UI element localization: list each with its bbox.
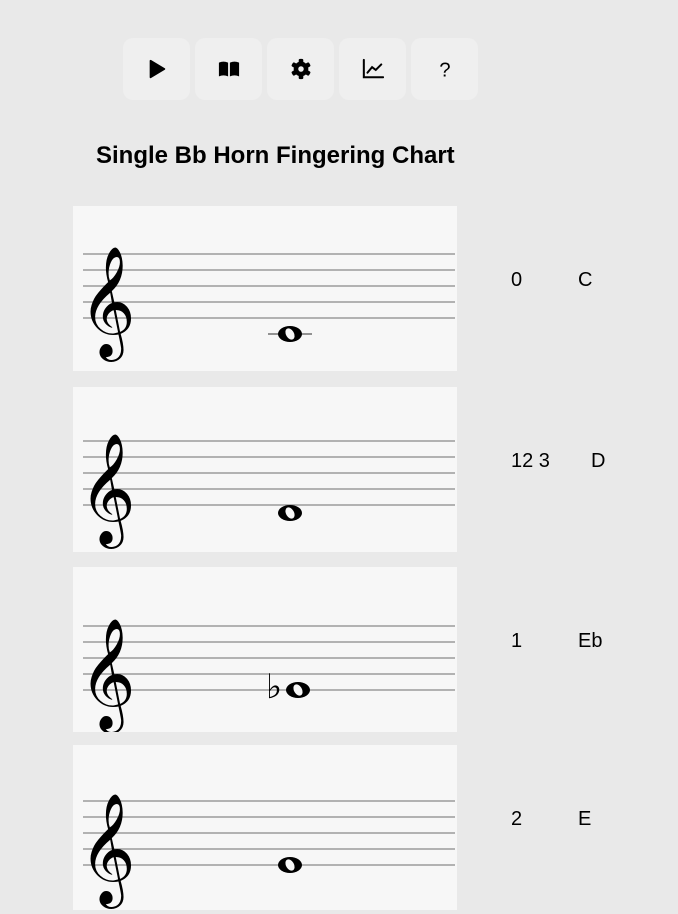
play-button[interactable] xyxy=(123,38,190,100)
svg-text:?: ? xyxy=(439,59,450,80)
treble-clef: 𝄞 xyxy=(79,245,136,362)
note-name: D xyxy=(591,450,606,472)
whole-note xyxy=(278,326,302,342)
whole-note xyxy=(278,505,302,521)
fingering-label: 1 xyxy=(511,630,523,652)
whole-note xyxy=(278,857,302,873)
flat-sign: ♭ xyxy=(266,667,282,707)
staff-card: 𝄞 xyxy=(73,387,457,552)
help-icon: ? xyxy=(439,59,450,80)
fingering-label: 2 xyxy=(511,808,523,830)
whole-note xyxy=(286,682,310,698)
treble-clef: 𝄞 xyxy=(79,432,136,549)
fingering-label: 0 xyxy=(511,269,523,291)
book-icon xyxy=(218,61,239,77)
note-name: C xyxy=(578,269,593,291)
page-title: Single Bb Horn Fingering Chart xyxy=(96,142,455,169)
fingering-label: 12 3 xyxy=(511,450,550,472)
staff-card: 𝄞 xyxy=(73,745,457,910)
stats-button[interactable] xyxy=(339,38,406,100)
fingering-row: 𝄞 0 C xyxy=(73,206,673,371)
staff-card: 𝄞 ♭ xyxy=(73,567,457,734)
settings-button[interactable] xyxy=(267,38,334,100)
treble-clef: 𝄞 xyxy=(79,617,136,732)
toolbar: ? xyxy=(123,38,478,100)
staff-card: 𝄞 xyxy=(73,206,457,371)
chart-icon xyxy=(362,58,384,79)
note-name: E xyxy=(578,808,592,830)
fingering-row: 𝄞 ♭ 1 Eb xyxy=(73,567,673,734)
fingering-row: 𝄞 2 E xyxy=(73,745,673,910)
note-name: Eb xyxy=(578,630,603,652)
gear-icon xyxy=(291,58,310,80)
fingering-row: 𝄞 12 3 D xyxy=(73,387,673,552)
play-icon xyxy=(149,59,165,79)
treble-clef: 𝄞 xyxy=(79,792,136,909)
book-button[interactable] xyxy=(195,38,262,100)
help-button[interactable]: ? xyxy=(411,38,478,100)
